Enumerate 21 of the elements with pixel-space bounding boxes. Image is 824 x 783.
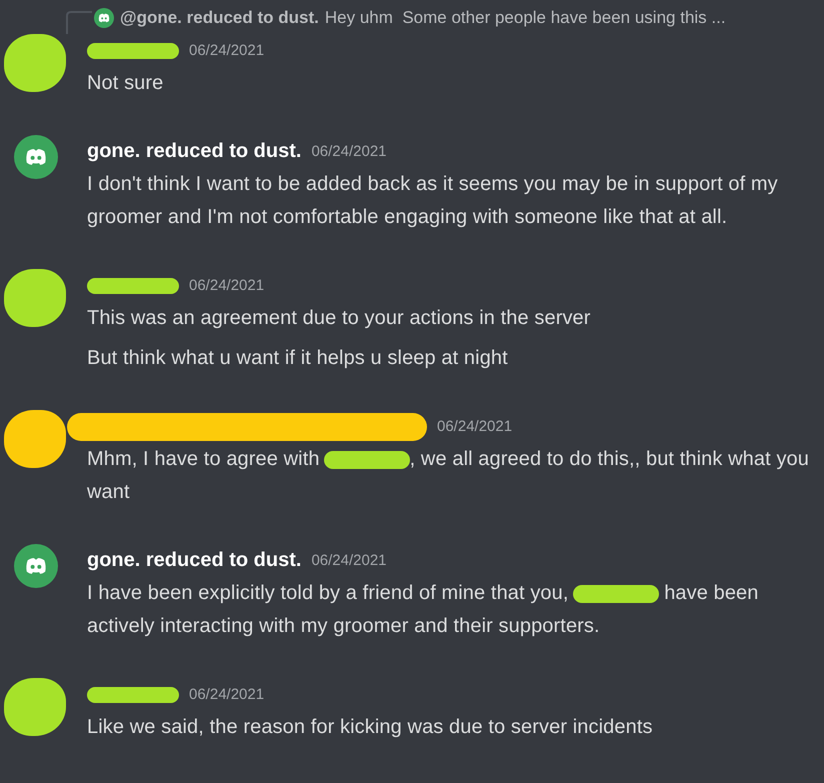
timestamp: 06/24/2021 [189,686,264,703]
message-text: This was an agreement due to your actions in the server [87,306,592,331]
timestamp: 06/24/2021 [189,42,264,59]
avatar[interactable] [14,544,58,588]
timestamp: 06/24/2021 [311,552,387,569]
username[interactable]: gone. reduced to dust. [87,140,302,163]
timestamp: 06/24/2021 [311,143,387,160]
message-text: But think what u want if it helps u sleep at night [87,346,509,371]
timestamp: 06/24/2021 [437,418,512,435]
reply-author[interactable]: @gone. reduced to dust. [120,8,319,28]
avatar[interactable] [14,135,58,179]
username[interactable]: gone. reduced to dust. [87,549,302,572]
reply-preview[interactable]: Hey uhm Some other people have been using this ... [324,8,726,28]
discord-logo-icon [94,8,114,28]
reply-spine [66,10,92,34]
message-text: Mhm, I have to agree with , we all agreed to do this,, but think what you want [87,447,810,505]
timestamp: 06/24/2021 [189,277,264,294]
message-text: Not sure [87,71,164,96]
message-text: I have been explicitly told by a friend of mine that you, have been actively interacting with my groomer and their supporters. [87,581,760,639]
message-text: Like we said, the reason for kicking was due to server incidents [87,715,654,740]
message-text: I don't think I want to be added back as it seems you may be in support of my groomer and I'm not comfortable engaging with someone like that at all. [87,172,779,230]
